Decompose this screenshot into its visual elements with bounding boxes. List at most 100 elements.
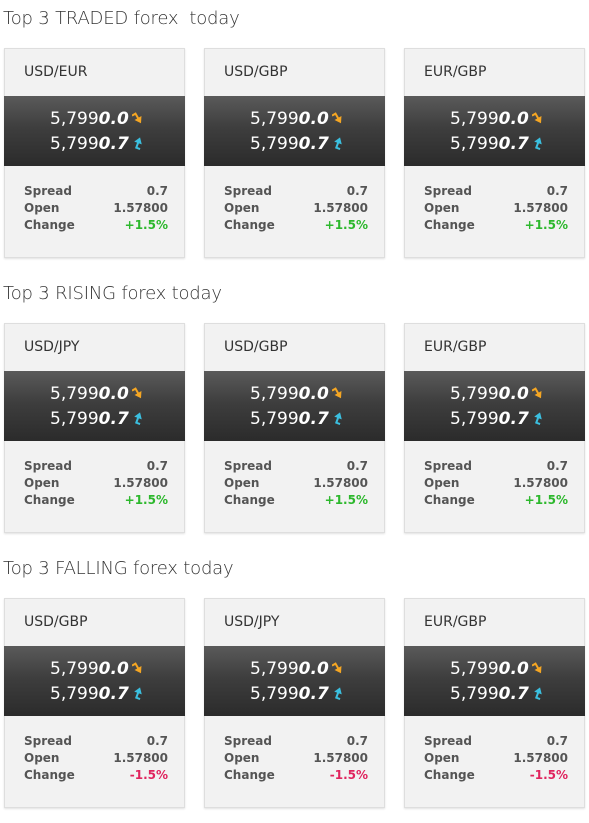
- change-value: -1.5%: [529, 768, 568, 782]
- arrow-up-icon: [334, 687, 342, 700]
- stat-row-spread: Spread 0.7: [224, 734, 368, 751]
- stat-label: Change: [224, 768, 275, 782]
- ask-main: 5,799: [250, 134, 299, 154]
- forex-card[interactable]: EUR/GBP 5,7990.0 5,7990.7 Spread 0.7 Open…: [404, 598, 585, 808]
- quote-panel: 5,7990.0 5,799 0.7: [404, 96, 585, 166]
- stat-row-open: Open 1.57800: [24, 476, 168, 493]
- stat-row-change: Change +1.5%: [224, 218, 368, 235]
- forex-card[interactable]: USD/GBP 5,7990.0 5,7990.7 Spread 0.7 Open…: [204, 48, 385, 258]
- bid-main: 5,799: [250, 659, 299, 679]
- change-value: -1.5%: [129, 768, 168, 782]
- arrow-up-icon: [134, 687, 142, 700]
- arrow-up-icon: [334, 137, 342, 150]
- forex-card[interactable]: EUR/GBP 5,7990.0 5,7990.7 Spread 0.7 Open…: [404, 48, 585, 258]
- ask-quote: 5,7990.7: [50, 684, 145, 704]
- stats-table: Spread 0.7 Open 1.57800 Change +1.5%: [24, 184, 168, 235]
- bid-main: 5,799: [250, 384, 299, 404]
- pair-name: USD/JPY: [24, 339, 80, 355]
- arrow-up-icon: [134, 137, 142, 150]
- spread-value: 0.7: [546, 184, 568, 198]
- ask-pips: 0.7: [498, 134, 529, 154]
- quote-panel: 5,7990.0 5,7990.7: [204, 371, 385, 441]
- stats-table: Spread 0.7 Open 1.57800 Change +1.5%: [224, 184, 368, 235]
- stat-label: Spread: [224, 184, 272, 198]
- bid-main: 5,799: [50, 659, 99, 679]
- ask-quote: 5,7990.7: [50, 409, 145, 429]
- quote-panel: 5,7990.0 5,7990.7: [404, 646, 585, 716]
- bid-quote: 5,7990.0: [450, 109, 545, 129]
- quote-panel: 5,7990.0 5,7990.7: [4, 371, 185, 441]
- bid-pips: 0.0: [98, 109, 129, 129]
- ask-main: 5,799: [250, 409, 299, 429]
- ask-quote: 5,7990.7: [50, 134, 145, 154]
- pair-name: USD/GBP: [24, 614, 88, 630]
- ask-main: 5,799: [450, 409, 499, 429]
- bid-pips: 0.0: [298, 384, 329, 404]
- stat-label: Open: [424, 476, 460, 490]
- stats-table: Spread 0.7 Open 1.57800 Change +1.5%: [24, 459, 168, 510]
- stats-table: Spread 0.7 Open 1.57800 Change +1.5%: [424, 184, 568, 235]
- arrow-up-icon: [534, 137, 542, 150]
- stat-row-spread: Spread 0.7: [224, 459, 368, 476]
- bid-pips: 0.0: [498, 659, 529, 679]
- bid-quote: 5,7990.0: [250, 109, 345, 129]
- forex-card[interactable]: USD/GBP 5,7990.0 5,7990.7 Spread 0.7 Open…: [204, 323, 385, 533]
- bid-pips: 0.0: [298, 109, 329, 129]
- open-value: 1.57800: [313, 751, 368, 765]
- ask-quote: 5,7990.7: [450, 409, 545, 429]
- bid-main: 5,799: [50, 384, 99, 404]
- ask-main: 5,799: [50, 134, 99, 154]
- ask-quote: 5,7990.7: [450, 684, 545, 704]
- change-value: +1.5%: [324, 493, 368, 507]
- pair-name: USD/GBP: [224, 339, 288, 355]
- bid-quote: 5,7990.0: [450, 384, 545, 404]
- stat-label: Open: [424, 201, 460, 215]
- bid-quote: 5,7990.0: [250, 659, 345, 679]
- forex-card[interactable]: USD/JPY 5,7990.0 5,799 0.7 Spread 0.7 Open…: [204, 598, 385, 808]
- stat-label: Open: [424, 751, 460, 765]
- spread-value: 0.7: [546, 734, 568, 748]
- arrow-down-icon: [531, 662, 542, 674]
- forex-card[interactable]: USD/GBP 5,7990.0 5,7990.7 Spread 0.7 Open…: [4, 598, 185, 808]
- stat-row-change: Change +1.5%: [24, 218, 168, 235]
- stat-label: Spread: [424, 184, 472, 198]
- change-value: +1.5%: [124, 493, 168, 507]
- stat-label: Spread: [24, 184, 72, 198]
- change-value: -1.5%: [329, 768, 368, 782]
- bid-pips: 0.0: [98, 659, 129, 679]
- stat-row-spread: Spread 0.7: [424, 184, 568, 201]
- stat-row-open: Open 1.57800: [224, 201, 368, 218]
- stat-label: Change: [24, 768, 75, 782]
- pair-name: USD/JPY: [224, 614, 280, 630]
- arrow-down-icon: [331, 662, 342, 674]
- bid-main: 5,799: [450, 109, 499, 129]
- forex-card[interactable]: EUR/GBP 5,7990.0 5,7990.7 Spread 0.7 Open…: [404, 323, 585, 533]
- ask-quote: 5,7990.7: [250, 409, 345, 429]
- pair-name: USD/EUR: [24, 64, 88, 80]
- stat-row-open: Open 1.57800: [424, 476, 568, 493]
- bid-main: 5,799: [450, 659, 499, 679]
- bid-quote: 5,7990.0: [250, 384, 345, 404]
- stat-label: Spread: [224, 734, 272, 748]
- spread-value: 0.7: [346, 459, 368, 473]
- change-value: +1.5%: [124, 218, 168, 232]
- ask-pips: 0.7: [298, 134, 329, 154]
- stat-label: Spread: [424, 459, 472, 473]
- forex-card[interactable]: USD/JPY 5,7990.0 5,7990.7 Spread 0.7 Open…: [4, 323, 185, 533]
- stat-row-spread: Spread 0.7: [24, 734, 168, 751]
- forex-card[interactable]: USD/EUR 5,799 0.0 5,7990.7 Spread 0.7 Open…: [4, 48, 185, 258]
- bid-main: 5,799: [250, 109, 299, 129]
- ask-pips: 0.7: [298, 684, 329, 704]
- arrow-down-icon: [131, 387, 142, 399]
- stat-row-open: Open 1.57800: [224, 751, 368, 768]
- stat-row-change: Change +1.5%: [424, 493, 568, 510]
- stats-table: Spread 0.7 Open 1.57800 Change -1.5%: [224, 734, 368, 785]
- pair-name: EUR/GBP: [424, 614, 487, 630]
- stat-row-change: Change +1.5%: [424, 218, 568, 235]
- stats-table: Spread 0.7 Open 1.57800 Change +1.5%: [224, 459, 368, 510]
- stat-row-change: Change -1.5%: [424, 768, 568, 785]
- stat-label: Spread: [424, 734, 472, 748]
- arrow-up-icon: [534, 687, 542, 700]
- stats-table: Spread 0.7 Open 1.57800 Change -1.5%: [424, 734, 568, 785]
- open-value: 1.57800: [513, 476, 568, 490]
